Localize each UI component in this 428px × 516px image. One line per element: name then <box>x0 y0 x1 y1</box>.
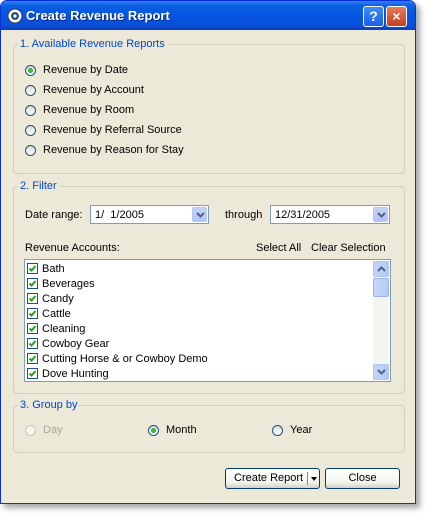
from-date-dropdown-button[interactable] <box>192 207 207 222</box>
group-by-option[interactable]: Month <box>148 422 197 438</box>
account-label: Dove Hunting <box>42 367 109 380</box>
report-option[interactable]: Revenue by Referral Source <box>25 122 182 138</box>
checkmark-icon <box>28 310 37 317</box>
report-option-label: Revenue by Account <box>43 84 144 96</box>
to-date-dropdown-button[interactable] <box>373 207 388 222</box>
report-option[interactable]: Revenue by Reason for Stay <box>25 142 184 158</box>
from-date-value: 1/ 1/2005 <box>95 209 144 221</box>
radio-button <box>25 424 36 436</box>
checkbox[interactable] <box>27 263 38 274</box>
checkmark-icon <box>28 295 37 302</box>
report-option-label: Revenue by Room <box>43 104 135 116</box>
group-by-option[interactable]: Year <box>272 422 312 438</box>
group-by-title: 3. Group by <box>20 399 78 411</box>
report-option-label: Revenue by Reason for Stay <box>43 144 184 156</box>
chevron-down-icon <box>196 212 205 218</box>
app-icon <box>7 8 23 24</box>
from-date-picker[interactable]: 1/ 1/2005 <box>90 205 209 224</box>
report-option[interactable]: Revenue by Account <box>25 82 144 98</box>
group-by-option-label: Year <box>290 424 313 436</box>
account-label: Cleaning <box>42 322 86 335</box>
account-list-item[interactable]: Bath <box>27 261 65 276</box>
group-by-option-label: Month <box>166 424 197 436</box>
group-by-group: 3. Group by <box>13 399 405 453</box>
account-label: Cattle <box>42 307 71 320</box>
to-date-value: 12/31/2005 <box>275 209 331 221</box>
radio-button[interactable] <box>148 424 159 436</box>
account-label: Beverages <box>42 277 95 290</box>
account-label: Bath <box>42 262 65 275</box>
checkbox[interactable] <box>27 278 38 289</box>
create-report-label: Create Report <box>234 472 304 484</box>
chevron-up-icon <box>377 266 386 272</box>
checkbox[interactable] <box>27 368 38 379</box>
title-bar[interactable]: Create Revenue Report ? × <box>1 1 415 30</box>
account-list-item[interactable]: Candy <box>27 291 74 306</box>
clear-selection-button[interactable]: Clear Selection <box>311 242 386 254</box>
checkbox[interactable] <box>27 308 38 319</box>
group-by-option: Day <box>25 422 63 438</box>
radio-button[interactable] <box>25 144 36 156</box>
checkmark-icon <box>28 370 37 377</box>
select-all-button[interactable]: Select All <box>256 242 301 254</box>
chevron-down-icon <box>377 212 386 218</box>
checkbox[interactable] <box>27 293 38 304</box>
radio-button[interactable] <box>25 124 36 136</box>
accounts-scrollbar[interactable] <box>373 261 389 380</box>
filter-title: 2. Filter <box>20 180 57 192</box>
checkbox[interactable] <box>27 353 38 364</box>
report-option-label: Revenue by Date <box>43 64 128 76</box>
chevron-down-icon <box>377 369 386 375</box>
account-list-item[interactable]: Cutting Horse & or Cowboy Demo <box>27 351 208 366</box>
window-title: Create Revenue Report <box>26 8 170 23</box>
report-option-label: Revenue by Referral Source <box>43 124 182 136</box>
checkbox[interactable] <box>27 338 38 349</box>
through-label: through <box>225 209 263 221</box>
scroll-thumb[interactable] <box>373 278 389 297</box>
checkmark-icon <box>28 265 37 272</box>
checkmark-icon <box>28 280 37 287</box>
account-list-item[interactable]: Cleaning <box>27 321 85 336</box>
close-window-button[interactable]: × <box>386 6 407 27</box>
to-date-picker[interactable]: 12/31/2005 <box>270 205 390 224</box>
group-by-option-label: Day <box>43 424 63 436</box>
revenue-accounts-list[interactable]: Bath Beverages Candy Cattle Cleaning Cowboy G… <box>24 259 391 382</box>
report-option[interactable]: Revenue by Date <box>25 62 128 78</box>
account-label: Candy <box>42 292 74 305</box>
checkmark-icon <box>28 355 37 362</box>
split-divider <box>307 472 308 485</box>
create-report-split-button[interactable]: Create Report <box>225 468 320 489</box>
checkbox[interactable] <box>27 323 38 334</box>
checkmark-icon <box>28 340 37 347</box>
scroll-down-button[interactable] <box>373 364 389 380</box>
account-label: Cutting Horse & or Cowboy Demo <box>42 352 208 365</box>
scroll-up-button[interactable] <box>373 261 389 277</box>
dropdown-arrow-icon[interactable] <box>311 477 317 481</box>
date-range-label: Date range: <box>25 209 83 221</box>
account-label: Cowboy Gear <box>42 337 110 350</box>
radio-button[interactable] <box>25 104 36 116</box>
checkmark-icon <box>28 325 37 332</box>
report-option[interactable]: Revenue by Room <box>25 102 134 118</box>
account-list-item[interactable]: Cattle <box>27 306 71 321</box>
radio-button[interactable] <box>272 424 283 436</box>
account-list-item[interactable]: Cowboy Gear <box>27 336 109 351</box>
radio-button[interactable] <box>25 64 36 76</box>
radio-button[interactable] <box>25 84 36 96</box>
account-list-item[interactable]: Beverages <box>27 276 95 291</box>
revenue-accounts-label: Revenue Accounts: <box>25 242 120 254</box>
close-button[interactable]: Close <box>325 468 400 489</box>
create-revenue-report-dialog: Create Revenue Report ? × 1. Available R… <box>0 0 416 504</box>
help-button[interactable]: ? <box>363 6 384 27</box>
available-reports-title: 1. Available Revenue Reports <box>20 38 165 50</box>
account-list-item[interactable]: Dove Hunting <box>27 366 109 381</box>
